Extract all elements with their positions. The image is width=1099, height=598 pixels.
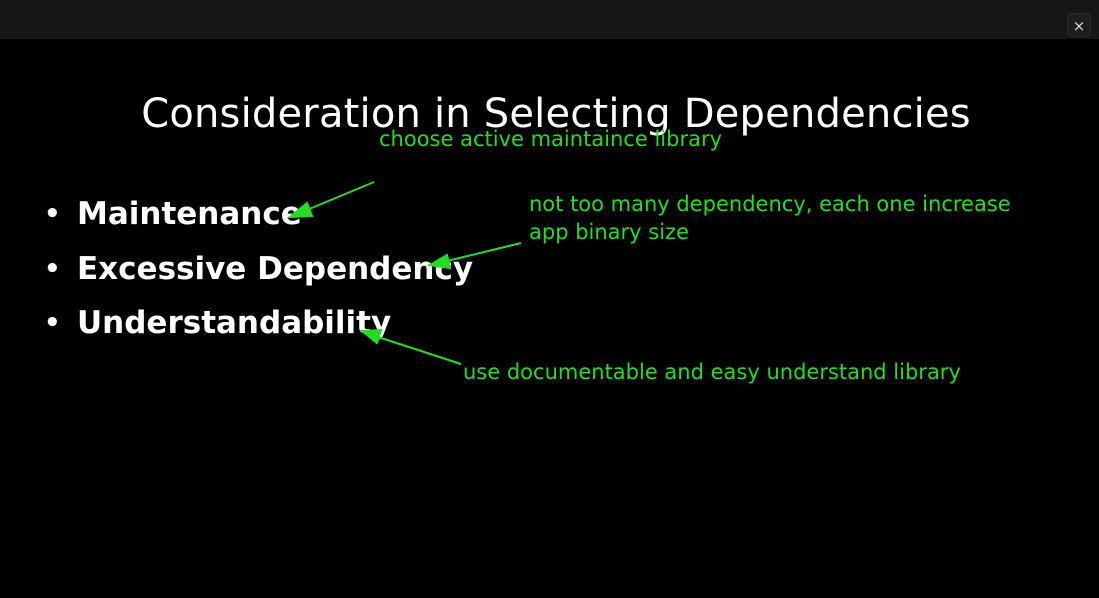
close-button[interactable]: × xyxy=(1067,13,1091,37)
annotation-maintenance: choose active maintaince library xyxy=(379,127,723,151)
viewer-top-bar: × xyxy=(0,0,1099,39)
bullet-dot: • xyxy=(44,199,61,229)
bullet-dot: • xyxy=(44,308,61,338)
close-icon: × xyxy=(1072,17,1086,35)
bullet-item-understandability: • Understandability xyxy=(44,305,391,341)
bullet-label: Understandability xyxy=(77,305,392,341)
annotation-line: app binary size xyxy=(529,220,690,244)
annotation-excessive-dependency: not too many dependency, each one increa… xyxy=(529,190,1011,246)
bullet-label: Maintenance xyxy=(77,196,302,232)
bullet-dot: • xyxy=(44,254,61,284)
annotation-line: not too many dependency, each one increa… xyxy=(529,192,1011,216)
annotation-understandability: use documentable and easy understand lib… xyxy=(463,360,961,384)
bullet-label: Excessive Dependency xyxy=(77,251,474,287)
presentation-slide: Consideration in Selecting Dependencies … xyxy=(0,39,1099,598)
bullet-item-maintenance: • Maintenance xyxy=(44,196,302,232)
bullet-item-excessive-dependency: • Excessive Dependency xyxy=(44,251,473,287)
